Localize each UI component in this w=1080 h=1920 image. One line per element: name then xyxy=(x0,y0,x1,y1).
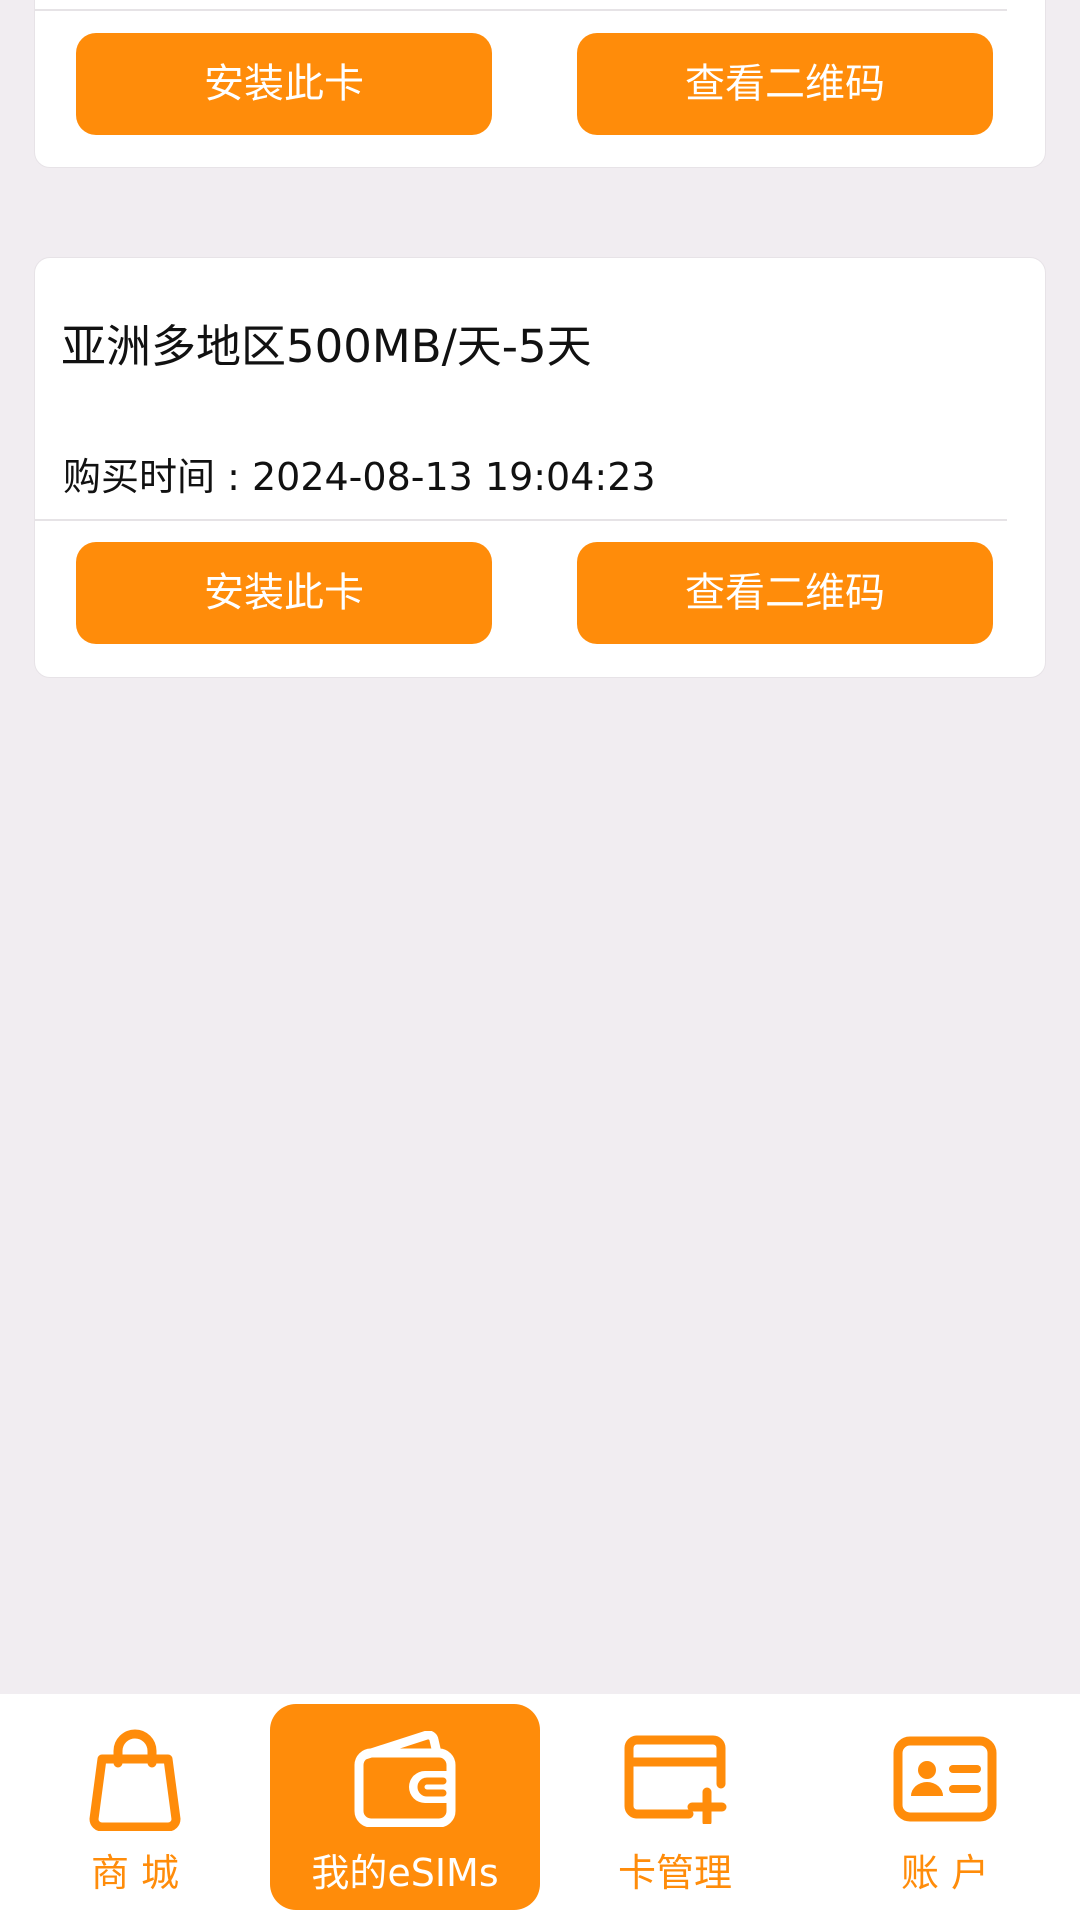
view-qr-code-button[interactable]: 查看二维码 xyxy=(577,33,993,135)
divider xyxy=(35,9,1007,11)
bottom-navigation: 商 城 我的eSIMs 卡管理 账 户 xyxy=(0,1694,1080,1920)
divider xyxy=(35,519,1007,521)
view-qr-code-button[interactable]: 查看二维码 xyxy=(577,542,993,644)
nav-item-shop[interactable]: 商 城 xyxy=(0,1704,270,1910)
install-card-button[interactable]: 安装此卡 xyxy=(76,33,492,135)
nav-label: 账 户 xyxy=(900,1851,990,1895)
purchase-time-value: 2024-08-13 19:04:23 xyxy=(251,455,656,499)
nav-label: 我的eSIMs xyxy=(311,1851,499,1895)
nav-label: 卡管理 xyxy=(617,1851,732,1895)
nav-item-my-esims[interactable]: 我的eSIMs xyxy=(270,1704,540,1910)
nav-label: 商 城 xyxy=(90,1851,180,1895)
nav-item-account[interactable]: 账 户 xyxy=(810,1704,1080,1910)
purchase-time-label: 购买时间 : xyxy=(63,455,252,499)
nav-item-card-management[interactable]: 卡管理 xyxy=(540,1704,810,1910)
card-add-icon xyxy=(540,1724,810,1834)
esim-card: 安装此卡 查看二维码 xyxy=(34,0,1046,168)
install-card-button[interactable]: 安装此卡 xyxy=(76,542,492,644)
shopping-bag-icon xyxy=(0,1724,270,1834)
id-card-icon xyxy=(810,1724,1080,1834)
esim-card: 亚洲多地区500MB/天-5天 购买时间 : 2024-08-13 19:04:… xyxy=(34,257,1046,678)
purchase-time-row: 购买时间 : 2024-08-13 19:04:23 xyxy=(63,446,656,501)
wallet-icon xyxy=(270,1724,540,1834)
esim-plan-title: 亚洲多地区500MB/天-5天 xyxy=(61,320,592,373)
